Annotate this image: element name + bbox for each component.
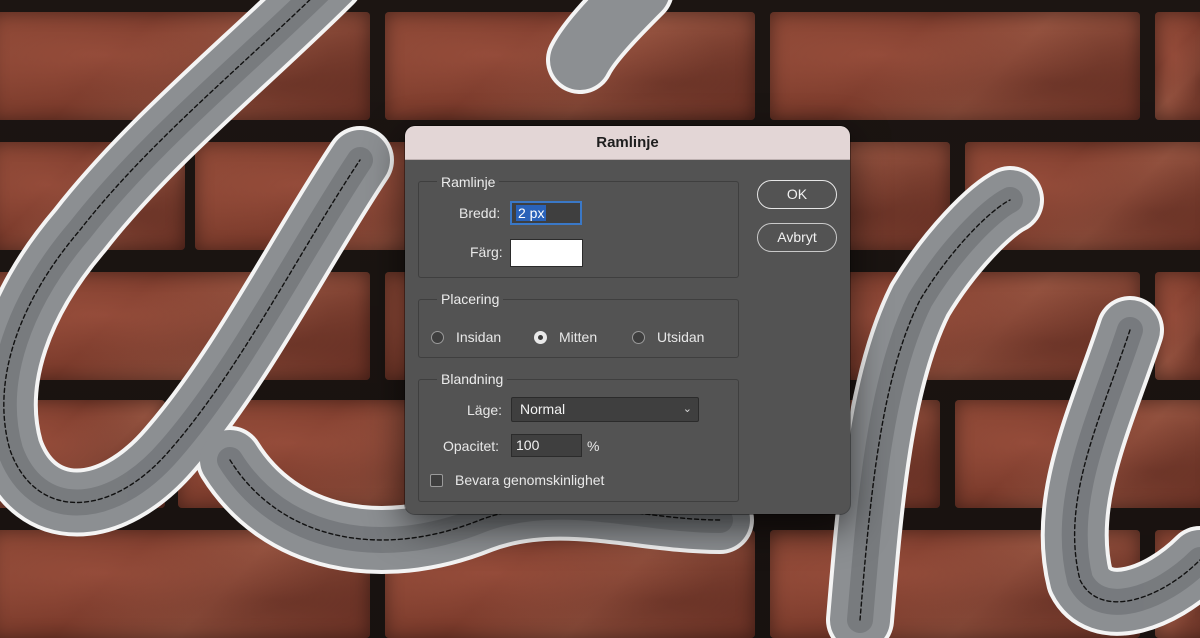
opacity-input[interactable]: 100 bbox=[511, 434, 582, 457]
dialog-title: Ramlinje bbox=[405, 126, 850, 160]
radio-center-label: Mitten bbox=[559, 329, 598, 345]
radio-outside-label: Utsidan bbox=[657, 329, 705, 345]
radio-outside[interactable] bbox=[632, 331, 645, 344]
width-input-value: 2 px bbox=[516, 205, 547, 221]
chevron-down-icon: ⌄ bbox=[682, 403, 692, 415]
radio-inside[interactable] bbox=[431, 331, 444, 344]
blending-group-title: Blandning bbox=[437, 371, 508, 387]
opacity-label: Opacitet: bbox=[443, 438, 500, 454]
ok-button[interactable]: OK bbox=[757, 180, 837, 209]
placement-group-title: Placering bbox=[437, 291, 504, 307]
radio-inside-label: Insidan bbox=[456, 329, 502, 345]
color-swatch[interactable] bbox=[510, 239, 583, 267]
color-label: Färg: bbox=[470, 244, 503, 260]
radio-center[interactable] bbox=[534, 331, 547, 344]
mode-label: Läge: bbox=[467, 402, 503, 418]
stroke-dialog: Ramlinje Ramlinje Bredd: 2 px Färg: Plac… bbox=[405, 126, 850, 514]
preserve-transparency-checkbox[interactable] bbox=[430, 474, 443, 487]
preserve-transparency-label: Bevara genomskinlighet bbox=[455, 472, 605, 488]
stroke-group-title: Ramlinje bbox=[437, 174, 500, 190]
width-input[interactable]: 2 px bbox=[510, 201, 582, 225]
width-label: Bredd: bbox=[459, 205, 501, 221]
opacity-unit: % bbox=[587, 438, 600, 454]
blend-mode-value: Normal bbox=[520, 401, 566, 417]
blend-mode-select[interactable]: Normal ⌄ bbox=[511, 397, 699, 422]
cancel-button[interactable]: Avbryt bbox=[757, 223, 837, 252]
